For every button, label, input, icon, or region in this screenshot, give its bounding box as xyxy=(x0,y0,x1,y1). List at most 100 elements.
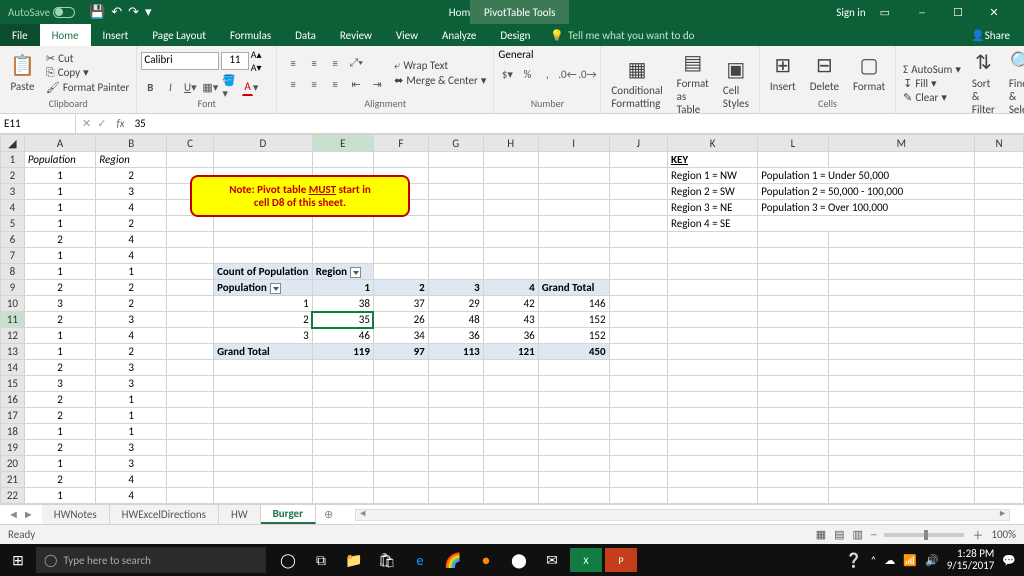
cell[interactable] xyxy=(667,248,757,264)
zoom-level[interactable]: 100% xyxy=(991,528,1016,541)
cell[interactable] xyxy=(167,312,214,328)
file-explorer-icon[interactable]: 📁 xyxy=(338,544,370,576)
cell[interactable] xyxy=(312,440,373,456)
cell[interactable]: 3 xyxy=(96,440,167,456)
select-all[interactable]: ◢ xyxy=(1,135,25,152)
cell[interactable] xyxy=(667,312,757,328)
cell[interactable] xyxy=(428,424,483,440)
cell[interactable] xyxy=(538,184,609,200)
cell[interactable]: 2 xyxy=(24,408,95,424)
cell[interactable]: 4 xyxy=(96,488,167,504)
cell[interactable] xyxy=(975,312,1024,328)
cell[interactable]: Grand Total xyxy=(214,344,313,360)
cell[interactable] xyxy=(483,408,538,424)
column-header[interactable]: D xyxy=(214,135,313,152)
cell[interactable] xyxy=(667,392,757,408)
cell[interactable] xyxy=(538,440,609,456)
cell[interactable] xyxy=(483,424,538,440)
cell[interactable]: 4 xyxy=(96,328,167,344)
cell[interactable] xyxy=(975,488,1024,504)
taskbar-search[interactable]: ◯ Type here to search xyxy=(36,547,266,573)
cell[interactable]: 4 xyxy=(483,280,538,296)
close-button[interactable]: ✕ xyxy=(976,0,1012,24)
cell[interactable] xyxy=(373,232,428,248)
cell[interactable] xyxy=(758,440,828,456)
cell[interactable] xyxy=(483,232,538,248)
cell[interactable] xyxy=(758,216,975,232)
cell[interactable]: 1 xyxy=(24,200,95,216)
cell[interactable] xyxy=(538,200,609,216)
tab-review[interactable]: Review xyxy=(328,24,384,46)
column-header[interactable]: K xyxy=(667,135,757,152)
cell[interactable]: 119 xyxy=(312,344,373,360)
mail-icon[interactable]: ✉ xyxy=(536,544,568,576)
cell[interactable] xyxy=(214,216,313,232)
cell[interactable] xyxy=(167,392,214,408)
cell[interactable]: 1 xyxy=(24,216,95,232)
cell[interactable] xyxy=(667,232,757,248)
cell[interactable]: 2 xyxy=(96,296,167,312)
cell[interactable] xyxy=(758,376,828,392)
row-header[interactable]: 7 xyxy=(1,248,25,264)
tab-insert[interactable]: Insert xyxy=(91,24,141,46)
view-page-break-icon[interactable]: ▥ xyxy=(853,528,863,541)
cell[interactable] xyxy=(312,392,373,408)
cell[interactable] xyxy=(373,472,428,488)
delete-cells-button[interactable]: ⊟Delete xyxy=(804,51,845,95)
help-icon[interactable]: ❔ xyxy=(845,552,862,569)
cell[interactable]: 2 xyxy=(373,280,428,296)
cell[interactable] xyxy=(758,360,828,376)
cell[interactable] xyxy=(373,264,428,280)
view-page-layout-icon[interactable]: ▤ xyxy=(834,528,844,541)
formula-input[interactable]: 35 xyxy=(129,117,1024,130)
cell[interactable]: 4 xyxy=(96,248,167,264)
cell[interactable] xyxy=(828,280,974,296)
cell[interactable] xyxy=(609,472,667,488)
cell[interactable] xyxy=(538,248,609,264)
cell[interactable] xyxy=(167,328,214,344)
start-button[interactable]: ⊞ xyxy=(0,552,36,569)
paste-button[interactable]: 📋Paste xyxy=(4,51,41,95)
row-header[interactable]: 5 xyxy=(1,216,25,232)
cell[interactable] xyxy=(609,328,667,344)
volume-icon[interactable]: 🔊 xyxy=(925,554,939,567)
cell[interactable] xyxy=(214,232,313,248)
column-header[interactable]: G xyxy=(428,135,483,152)
cell[interactable] xyxy=(828,360,974,376)
cell[interactable] xyxy=(758,472,828,488)
cell[interactable]: 1 xyxy=(96,424,167,440)
cell[interactable]: 42 xyxy=(483,296,538,312)
cell[interactable] xyxy=(975,456,1024,472)
cell[interactable] xyxy=(828,408,974,424)
cell[interactable] xyxy=(828,152,974,168)
tab-view[interactable]: View xyxy=(384,24,430,46)
cell[interactable]: 1 xyxy=(24,184,95,200)
cell[interactable] xyxy=(667,344,757,360)
cell[interactable] xyxy=(538,392,609,408)
cell[interactable]: 3 xyxy=(96,376,167,392)
cell[interactable]: 2 xyxy=(214,312,313,328)
cell[interactable] xyxy=(428,456,483,472)
cell[interactable] xyxy=(483,392,538,408)
cell[interactable] xyxy=(214,152,313,168)
cell[interactable] xyxy=(312,376,373,392)
cell[interactable] xyxy=(214,488,313,504)
cell[interactable] xyxy=(667,376,757,392)
cell[interactable] xyxy=(167,408,214,424)
cell[interactable]: 3 xyxy=(96,184,167,200)
cell[interactable] xyxy=(373,424,428,440)
cell[interactable] xyxy=(483,248,538,264)
cell[interactable]: 2 xyxy=(96,344,167,360)
cell[interactable] xyxy=(758,296,828,312)
cell[interactable] xyxy=(538,264,609,280)
cell[interactable] xyxy=(975,376,1024,392)
cell[interactable] xyxy=(609,376,667,392)
cell[interactable] xyxy=(312,472,373,488)
cell[interactable] xyxy=(609,440,667,456)
cell[interactable]: 113 xyxy=(428,344,483,360)
cell[interactable] xyxy=(828,456,974,472)
cell[interactable] xyxy=(214,376,313,392)
cell[interactable] xyxy=(758,232,828,248)
cell[interactable]: 43 xyxy=(483,312,538,328)
cell[interactable]: 2 xyxy=(24,392,95,408)
